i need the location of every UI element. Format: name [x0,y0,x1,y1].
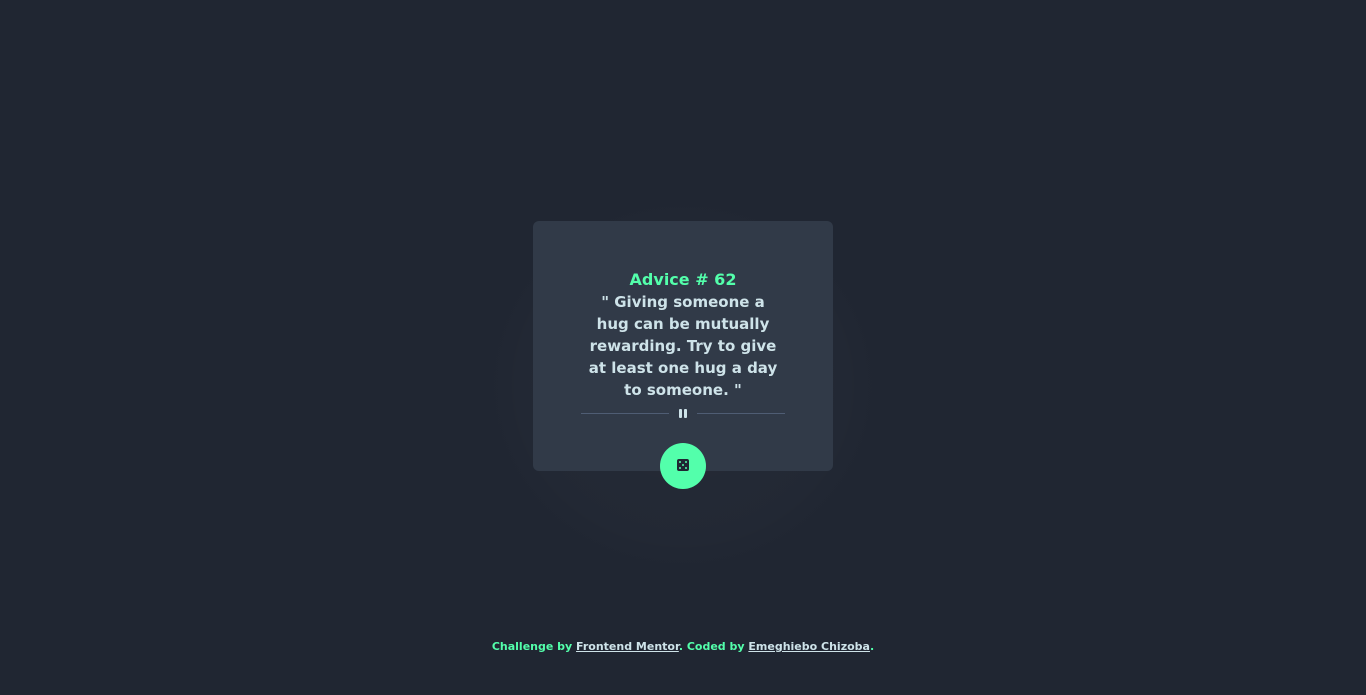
advice-title: Advice # 62 [629,270,737,289]
author-link[interactable]: Emeghiebo Chizoba [748,640,870,653]
dice-icon [677,459,689,471]
pause-icon [678,409,688,418]
page: Advice # 62 " Giving someone a hug can b… [0,0,1366,695]
footer-coded-text: . Coded by [678,640,749,653]
footer-period: . [869,640,875,653]
frontend-mentor-link[interactable]: Frontend Mentor [576,640,679,653]
divider [581,406,785,420]
attribution-footer: Challenge by Frontend Mentor. Coded by E… [0,640,1366,654]
advice-text: " Giving someone a hug can be mutually r… [588,293,778,399]
advice-card: Advice # 62 " Giving someone a hug can b… [533,221,833,471]
footer-challenge-text: Challenge by [491,640,577,653]
new-advice-button[interactable] [660,443,706,489]
divider-line-right [697,413,785,414]
divider-line-left [581,413,669,414]
